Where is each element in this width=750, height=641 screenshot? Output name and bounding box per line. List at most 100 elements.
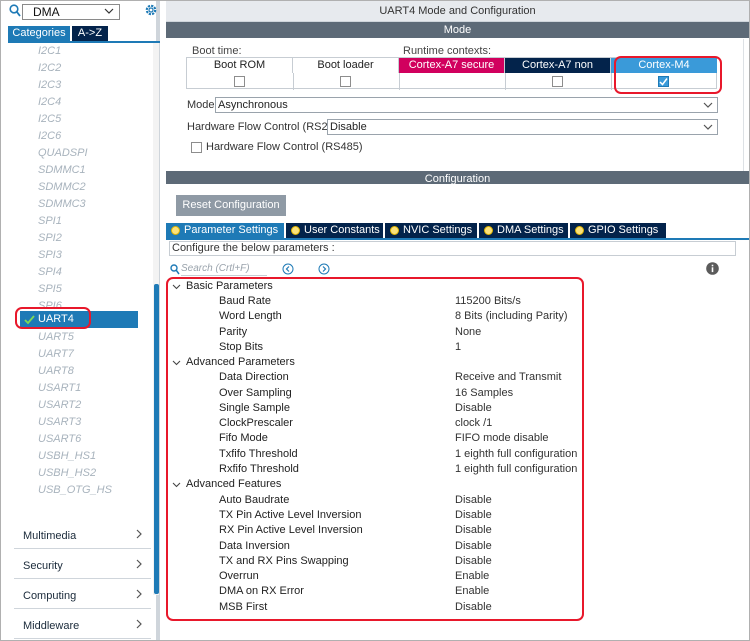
category-security[interactable]: Security <box>14 551 151 579</box>
boot-rom-checkbox[interactable] <box>234 76 245 87</box>
boot-time-label: Boot time: <box>192 45 242 57</box>
search-icon <box>170 264 180 275</box>
next-match-icon[interactable] <box>318 263 330 275</box>
list-item[interactable]: SPI4 <box>38 264 62 281</box>
chevron-right-icon <box>136 589 142 599</box>
window-title: UART4 Mode and Configuration <box>166 1 749 22</box>
hwfc-rs485-label: Hardware Flow Control (RS485) <box>206 141 363 153</box>
configure-instructions: Configure the below parameters : <box>169 241 736 256</box>
divider <box>293 73 294 90</box>
list-item[interactable]: SDMMC1 <box>38 162 86 179</box>
filter-dropdown[interactable]: DMA <box>22 4 120 20</box>
list-item[interactable]: SPI3 <box>38 247 62 264</box>
list-item[interactable]: USB_OTG_HS <box>38 482 112 499</box>
tab-underline <box>8 41 160 43</box>
status-dot-icon <box>390 226 399 235</box>
tab-label: Parameter Settings <box>184 224 279 236</box>
list-item[interactable]: QUADSPI <box>38 145 88 162</box>
status-dot-icon <box>291 226 300 235</box>
hwfc-rs485-checkbox[interactable] <box>191 142 202 153</box>
tab-label: DMA Settings <box>497 224 564 236</box>
list-item[interactable]: USART2 <box>38 397 81 414</box>
mode-label: Mode <box>187 99 215 111</box>
status-dot-icon <box>171 226 180 235</box>
highlight-parameters <box>166 277 584 621</box>
tab-parameter-settings[interactable]: Parameter Settings <box>166 223 284 238</box>
list-item[interactable]: I2C4 <box>38 94 61 111</box>
configuration-section: Reset Configuration Parameter Settings U… <box>166 184 749 640</box>
tab-nvic-settings[interactable]: NVIC Settings <box>385 223 477 238</box>
tab-label: NVIC Settings <box>403 224 473 236</box>
category-label: Computing <box>23 590 77 602</box>
tab-a-z[interactable]: A->Z <box>72 26 108 41</box>
list-item[interactable]: UART7 <box>38 346 74 363</box>
parameter-search-row: Search (Crtl+F) <box>169 262 745 277</box>
list-item[interactable]: I2C2 <box>38 60 61 77</box>
divider <box>399 73 400 90</box>
gear-icon[interactable] <box>144 3 158 17</box>
chevron-right-icon <box>136 529 142 539</box>
tab-underline <box>166 238 749 240</box>
list-item[interactable]: USBH_HS2 <box>38 465 96 482</box>
parameter-search-input[interactable]: Search (Crtl+F) <box>181 262 267 276</box>
category-middleware[interactable]: Middleware <box>14 611 151 639</box>
list-item[interactable]: SDMMC2 <box>38 179 86 196</box>
list-item[interactable]: USART6 <box>38 431 81 448</box>
boot-loader-checkbox[interactable] <box>340 76 351 87</box>
context-cortex-a7-non-secure: Cortex-A7 non secure <box>505 58 611 86</box>
mode-header: Mode <box>166 22 749 38</box>
list-item[interactable]: I2C6 <box>38 128 61 145</box>
reset-configuration-button[interactable]: Reset Configuration <box>176 195 286 216</box>
list-item[interactable]: I2C3 <box>38 77 61 94</box>
list-item[interactable]: UART5 <box>38 329 74 346</box>
scrollbar-thumb[interactable] <box>154 284 159 594</box>
category-multimedia[interactable]: Multimedia <box>14 521 151 549</box>
chevron-down-icon <box>703 102 713 108</box>
chevron-down-icon <box>703 124 713 130</box>
list-item[interactable]: USBH_HS1 <box>38 448 96 465</box>
chevron-down-icon <box>104 8 114 14</box>
list-item[interactable]: I2C1 <box>38 43 61 60</box>
tab-label: GPIO Settings <box>588 224 659 236</box>
category-label: Security <box>23 560 63 572</box>
list-item[interactable]: USART1 <box>38 380 81 397</box>
mode-select[interactable]: Asynchronous <box>215 97 718 113</box>
filter-row: DMA <box>1 1 160 23</box>
a7-non-secure-checkbox[interactable] <box>552 76 563 87</box>
context-boot-rom: Boot ROM <box>187 58 293 73</box>
runtime-contexts-label: Runtime contexts: <box>403 45 492 57</box>
hwfc-rs232-value: Disable <box>330 121 367 133</box>
list-item[interactable]: SPI1 <box>38 213 62 230</box>
chevron-right-icon <box>136 559 142 569</box>
list-item[interactable]: SDMMC3 <box>38 196 86 213</box>
right-panel: UART4 Mode and Configuration Mode Boot t… <box>166 1 749 640</box>
hwfc-rs232-label: Hardware Flow Control (RS232) <box>187 121 344 133</box>
filter-value: DMA <box>33 5 60 19</box>
highlight-cortex-m4 <box>614 56 722 94</box>
list-item[interactable]: USART3 <box>38 414 81 431</box>
search-icon[interactable] <box>9 4 21 18</box>
hwfc-rs232-select[interactable]: Disable <box>327 119 718 135</box>
tab-gpio-settings[interactable]: GPIO Settings <box>570 223 666 238</box>
left-panel: DMA Categories A->Z I2C1 I2C2 I2C3 I2C4 … <box>1 1 160 640</box>
divider <box>611 73 612 90</box>
mode-value: Asynchronous <box>218 99 288 111</box>
status-dot-icon <box>575 226 584 235</box>
context-cortex-a7-secure: Cortex-A7 secure <box>399 58 505 73</box>
chevron-right-icon <box>136 619 142 629</box>
divider <box>505 73 506 90</box>
category-label: Middleware <box>23 620 80 632</box>
list-item[interactable]: UART8 <box>38 363 74 380</box>
info-icon[interactable] <box>706 262 719 275</box>
list-item[interactable]: I2C5 <box>38 111 61 128</box>
category-label: Multimedia <box>23 530 77 542</box>
mode-section: Boot time: Runtime contexts: Boot ROM Bo… <box>166 39 749 205</box>
previous-match-icon[interactable] <box>282 263 294 275</box>
list-item[interactable]: SPI5 <box>38 281 62 298</box>
list-item[interactable]: SPI2 <box>38 230 62 247</box>
tab-user-constants[interactable]: User Constants <box>286 223 383 238</box>
category-computing[interactable]: Computing <box>14 581 151 609</box>
tab-dma-settings[interactable]: DMA Settings <box>479 223 568 238</box>
highlight-uart4 <box>15 307 91 329</box>
tab-categories[interactable]: Categories <box>8 26 70 41</box>
